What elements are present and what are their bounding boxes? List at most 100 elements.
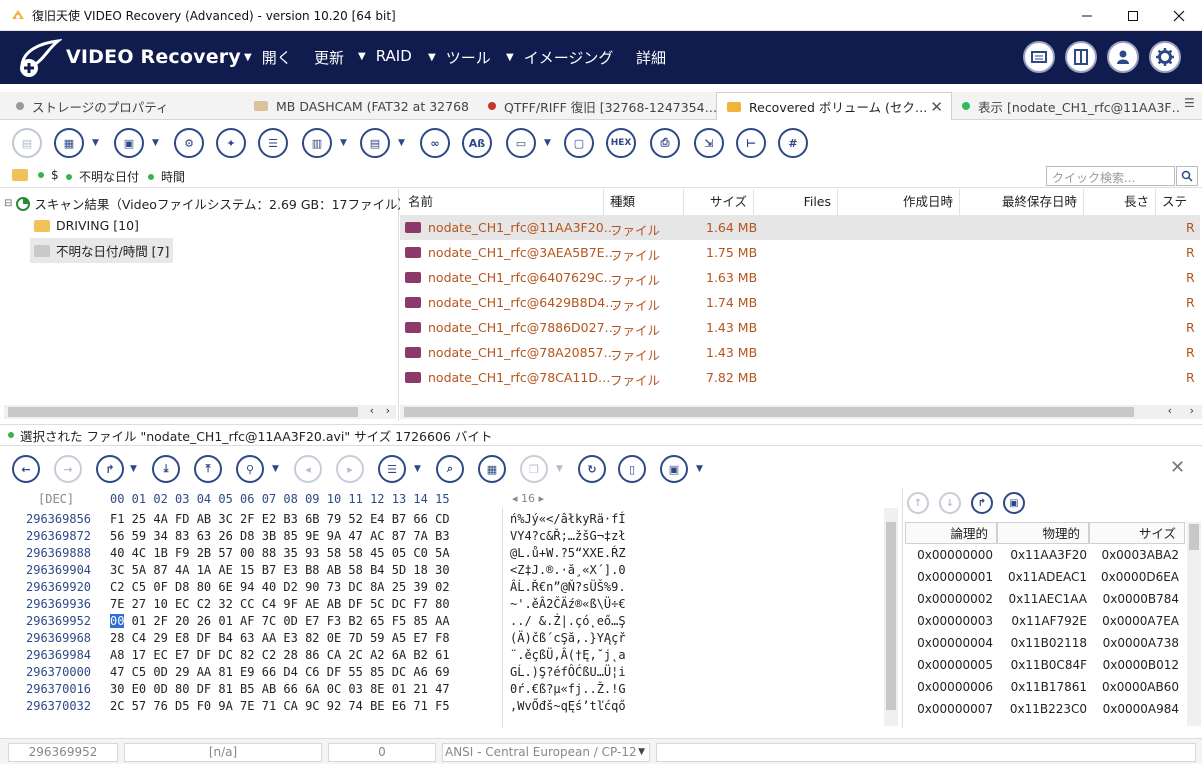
list-options-button[interactable]: ☰ <box>378 455 406 483</box>
column-header-state[interactable]: ステー <box>1156 189 1202 235</box>
dropdown-caret-icon[interactable]: ▼ <box>340 138 347 148</box>
dropdown-caret-icon[interactable]: ▼ <box>556 464 563 474</box>
dropdown-caret-icon[interactable]: ▼ <box>92 138 99 148</box>
offset-vscrollbar[interactable] <box>1187 522 1201 726</box>
scroll-right-icon[interactable]: › <box>386 404 390 417</box>
dropdown-caret-icon[interactable]: ▼ <box>272 464 279 474</box>
print-button[interactable]: ⎙ <box>650 128 680 158</box>
move-up-button[interactable]: ↑ <box>907 492 929 514</box>
search-button[interactable] <box>1176 166 1198 186</box>
menu-raid[interactable]: ▼ RAID <box>358 47 412 65</box>
goto-button[interactable]: ↱ <box>96 455 124 483</box>
column-header-type[interactable]: 種類 <box>604 189 684 215</box>
scroll-left-icon[interactable]: ‹ <box>1168 404 1172 417</box>
hex-save-button[interactable]: ▣ <box>660 455 688 483</box>
details-view-button[interactable]: ▤ <box>360 128 390 158</box>
properties-button[interactable]: ▤ <box>12 128 42 158</box>
file-row[interactable]: nodate_CH1_rfc@7886D027… ファイル 1.43 MB R <box>400 315 1200 340</box>
panel-toggle-button[interactable] <box>1065 41 1097 73</box>
offset-row[interactable]: 0x00000006 0x11B17861 0x0000AB60 <box>903 676 1187 698</box>
column-header-created[interactable]: 作成日時 <box>838 189 960 215</box>
find-button[interactable]: ∞ <box>420 128 450 158</box>
text-search-button[interactable]: Aß <box>462 128 492 158</box>
download-button[interactable]: ⤓ <box>152 455 180 483</box>
hex-vscrollbar[interactable] <box>884 508 898 726</box>
close-tab-icon[interactable]: ✕ <box>930 98 943 116</box>
dropdown-caret-icon[interactable]: ▼ <box>398 138 405 148</box>
panel-button[interactable]: ▯ <box>618 455 646 483</box>
next-bookmark-button[interactable]: ▸ <box>336 455 364 483</box>
dropdown-caret-icon[interactable]: ▼ <box>544 138 551 148</box>
quick-search-input[interactable]: クイック検索... <box>1046 166 1175 186</box>
file-row[interactable]: nodate_CH1_rfc@78A20857… ファイル 1.43 MB R <box>400 340 1200 365</box>
back-button[interactable]: ← <box>12 455 40 483</box>
dropdown-caret-icon[interactable]: ▼ <box>130 464 137 474</box>
collapse-icon[interactable]: ⊟ <box>4 198 12 209</box>
layout-button[interactable]: ▥ <box>302 128 332 158</box>
column-header-size[interactable]: サイズ <box>684 189 754 215</box>
dropdown-caret-icon[interactable]: ▼ <box>414 464 421 474</box>
close-window-button[interactable] <box>1156 0 1202 31</box>
hex-search-button[interactable]: ⌕ <box>436 455 464 483</box>
dropdown-caret-icon[interactable]: ▼ <box>152 138 159 148</box>
tab-storage-properties[interactable]: ストレージのプロパティ <box>0 92 244 120</box>
file-row[interactable]: nodate_CH1_rfc@3AEA5B7E… ファイル 1.75 MB R <box>400 240 1200 265</box>
column-header-length[interactable]: 長さ <box>1084 189 1156 215</box>
text-column-header[interactable]: ◂ 16 ▸ <box>512 492 544 505</box>
column-header-logical[interactable]: 論理的 <box>905 522 997 544</box>
breadcrumb-item[interactable]: 時間 <box>148 168 185 185</box>
offset-row[interactable]: 0x00000005 0x11B0C84F 0x0000B012 <box>903 654 1187 676</box>
encoding-select[interactable]: ANSI - Central European / CP-12 ▼ <box>442 743 650 762</box>
forward-button[interactable]: → <box>54 455 82 483</box>
settings-button[interactable] <box>1149 41 1181 73</box>
tree-item-driving[interactable]: DRIVING [10] <box>34 218 139 233</box>
selected-byte[interactable]: 00 <box>110 614 125 628</box>
menu-imaging[interactable]: ▼ イメージング <box>506 47 613 68</box>
view-grid-button[interactable]: ▦ <box>54 128 84 158</box>
breadcrumb-item[interactable]: 不明な日付 <box>66 168 139 185</box>
tab-list-menu-icon[interactable]: ☰ <box>1184 96 1195 110</box>
tree-root[interactable]: ⊟ スキャン結果（Videoファイルシステム：2.69 GB：17ファイル） <box>4 194 410 213</box>
offset-row[interactable]: 0x00000001 0x11ADEAC1 0x0000D6EA <box>903 566 1187 588</box>
prev-bookmark-button[interactable]: ◂ <box>294 455 322 483</box>
save-settings-button[interactable]: ⚙ <box>174 128 204 158</box>
scroll-thumb[interactable] <box>8 407 358 417</box>
file-row[interactable]: nodate_CH1_rfc@78CA11D… ファイル 7.82 MB R <box>400 365 1200 390</box>
bookmark-button[interactable]: ⚲ <box>236 455 264 483</box>
magic-button[interactable]: ✦ <box>216 128 246 158</box>
column-header-size[interactable]: サイズ <box>1089 522 1185 544</box>
tree-hscrollbar[interactable]: ‹ › <box>4 404 396 419</box>
breadcrumb-item[interactable]: $ <box>38 168 59 182</box>
tree-button[interactable]: ⊢ <box>736 128 766 158</box>
scroll-right-icon[interactable]: › <box>1190 404 1194 417</box>
hash-button[interactable]: # <box>778 128 808 158</box>
copy-button[interactable]: ❐ <box>520 455 548 483</box>
upload-button[interactable]: ⤒ <box>194 455 222 483</box>
menu-tools[interactable]: ▼ ツール <box>428 47 491 68</box>
column-header-name[interactable]: 名前 <box>402 189 604 215</box>
menu-refresh[interactable]: 更新 <box>314 47 344 68</box>
list-hscrollbar[interactable]: ‹ › <box>400 404 1202 419</box>
tab-qtff-riff-recovery[interactable]: QTFF/RIFF 復旧 [32768-1247354… <box>472 92 716 120</box>
log-button[interactable] <box>1023 41 1055 73</box>
offset-row[interactable]: 0x00000003 0x11AF792E 0x0000A7EA <box>903 610 1187 632</box>
tab-mb-dashcam[interactable]: MB DASHCAM (FAT32 at 32768 … <box>238 92 472 120</box>
offset-row[interactable]: 0x00000000 0x11AA3F20 0x0003ABA2 <box>903 544 1187 566</box>
scroll-left-icon[interactable]: ‹ <box>370 404 374 417</box>
scroll-thumb[interactable] <box>404 407 1134 417</box>
tree-item-unknown-date[interactable]: 不明な日付/時間 [7] <box>30 238 174 263</box>
offset-save-button[interactable]: ▣ <box>1003 492 1025 514</box>
preview-button[interactable]: ▭ <box>506 128 536 158</box>
tab-recovered-volume[interactable]: Recovered ボリューム (セク… ✕ <box>716 92 952 120</box>
column-header-files[interactable]: Files <box>754 189 838 215</box>
tab-view-file[interactable]: 表示 [nodate_CH1_rfc@11AA3F… <box>952 92 1180 120</box>
column-header-modified[interactable]: 最終保存日時 <box>960 189 1084 215</box>
open-file-button[interactable]: ▢ <box>564 128 594 158</box>
file-row[interactable]: nodate_CH1_rfc@6407629C… ファイル 1.63 MB R <box>400 265 1200 290</box>
dropdown-caret-icon[interactable]: ▼ <box>696 464 703 474</box>
maximize-button[interactable] <box>1110 0 1156 31</box>
list-button[interactable]: ☰ <box>258 128 288 158</box>
jump-button[interactable]: ↱ <box>971 492 993 514</box>
scroll-thumb[interactable] <box>1189 524 1199 550</box>
column-header-physical[interactable]: 物理的 <box>997 522 1089 544</box>
